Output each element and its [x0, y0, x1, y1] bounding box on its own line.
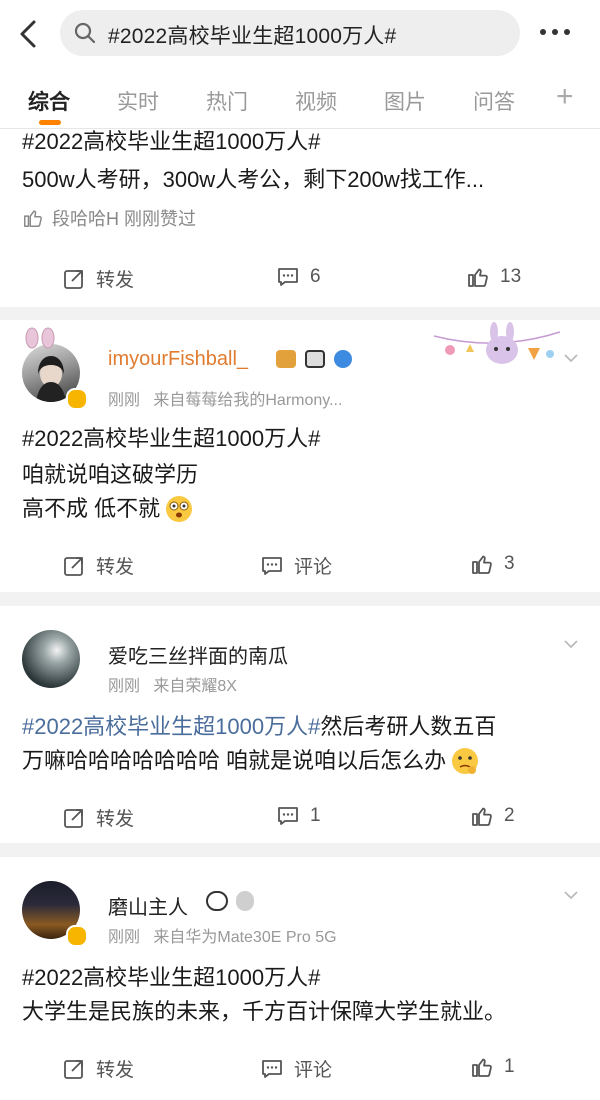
comment-count: 6: [310, 266, 321, 287]
comment-button[interactable]: 评论: [260, 1055, 332, 1082]
verified-badge-icon: [66, 925, 88, 947]
tab-hot[interactable]: 热门: [206, 86, 248, 116]
avatar[interactable]: [22, 630, 80, 688]
repost-label: 转发: [96, 557, 135, 578]
post-source: 来自莓莓给我的Harmony...: [153, 392, 343, 409]
comment-button[interactable]: 1: [276, 804, 321, 828]
like-count: 1: [504, 1056, 515, 1077]
comment-label: 评论: [294, 1060, 333, 1081]
post-card: 爱吃三丝拌面的南瓜 刚刚 来自荣耀8X #2022高校毕业生超1000万人#然后…: [0, 606, 600, 843]
post-meta: 刚刚 来自莓莓给我的Harmony...: [108, 386, 342, 410]
tab-video[interactable]: 视频: [295, 86, 337, 116]
chevron-down-icon[interactable]: [564, 354, 578, 362]
like-button[interactable]: 13: [466, 265, 521, 289]
post-topic[interactable]: #2022高校毕业生超1000万人#: [22, 961, 320, 995]
like-button[interactable]: 2: [470, 804, 515, 828]
post-topic[interactable]: #2022高校毕业生超1000万人#: [22, 714, 320, 739]
thumbs-up-icon: [24, 210, 42, 227]
repost-button[interactable]: 转发: [62, 1055, 134, 1082]
post-text: 500w人考研，300w人考公，剩下200w找工作...: [22, 167, 485, 192]
comment-icon: [278, 807, 298, 825]
thumbs-up-icon: [472, 807, 492, 826]
comment-button[interactable]: 6: [276, 265, 321, 289]
chevron-down-icon[interactable]: [564, 640, 578, 648]
verified-badge-icon: [66, 388, 88, 410]
bunny-garland-decoration-icon: [433, 322, 561, 364]
comment-icon: [262, 556, 282, 575]
post-meta: 刚刚 来自荣耀8X: [108, 672, 237, 696]
add-tab-icon[interactable]: +: [556, 82, 574, 112]
medal-badge-icon: [236, 891, 255, 911]
badge-icons: [276, 350, 353, 373]
like-button[interactable]: 1: [470, 1055, 515, 1079]
post-text-line2-content: 高不成 低不就: [22, 496, 161, 521]
globe-badge-icon: [334, 350, 353, 368]
post-card: imyourFishball_ 刚刚 来自莓莓给我的Harmony... #20…: [0, 320, 600, 592]
thumbs-up-icon: [472, 555, 492, 574]
username[interactable]: 磨山主人: [108, 891, 188, 920]
comment-icon: [278, 268, 298, 286]
post-topic[interactable]: #2022高校毕业生超1000万人#: [22, 125, 320, 159]
repost-label: 转发: [96, 270, 135, 291]
username[interactable]: 爱吃三丝拌面的南瓜: [108, 640, 288, 669]
comment-icon: [262, 1059, 282, 1078]
repost-icon: [64, 1059, 83, 1079]
post-text-line2-content: 万嘛哈哈哈哈哈哈哈 咱就是说咱以后怎么办: [22, 748, 447, 773]
username[interactable]: imyourFishball_: [108, 348, 248, 371]
search-query: #2022高校毕业生超1000万人#: [108, 25, 397, 48]
crown-badge-icon: [276, 350, 296, 368]
post-card: 磨山主人 刚刚 来自华为Mate30E Pro 5G #2022高校毕业生超10…: [0, 857, 600, 1100]
badge-icons: [206, 891, 255, 916]
tab-qa[interactable]: 问答: [473, 86, 515, 116]
liked-by-text: 段哈哈H 刚刚赞过: [52, 209, 196, 229]
thumbs-up-icon: [468, 268, 488, 287]
tab-images[interactable]: 图片: [384, 86, 426, 116]
post-text-line2: 高不成 低不就: [22, 492, 194, 526]
repost-label: 转发: [96, 1060, 135, 1081]
liked-by-row: 段哈哈H 刚刚赞过: [22, 205, 196, 231]
surprised-emoji-icon: [166, 496, 193, 522]
post-text: 大学生是民族的未来，千方百计保障大学生就业。: [22, 999, 507, 1024]
post-text-line1: #2022高校毕业生超1000万人#然后考研人数五百: [22, 710, 496, 744]
panda-badge-icon: [305, 350, 326, 368]
comment-button[interactable]: 评论: [260, 552, 332, 579]
repost-button[interactable]: 转发: [62, 265, 134, 292]
like-button[interactable]: 3: [470, 552, 515, 576]
post-time: 刚刚: [108, 392, 141, 409]
search-icon: [74, 22, 96, 44]
comment-label: 评论: [294, 557, 333, 578]
comment-count: 1: [310, 805, 321, 826]
repost-button[interactable]: 转发: [62, 552, 134, 579]
panda-badge-icon: [206, 891, 228, 911]
post-topic[interactable]: #2022高校毕业生超1000万人#: [22, 422, 320, 456]
like-count: 13: [500, 266, 522, 287]
like-count: 3: [504, 553, 515, 574]
post-text-line2: 万嘛哈哈哈哈哈哈哈 咱就是说咱以后怎么办: [22, 744, 480, 778]
repost-label: 转发: [96, 809, 135, 830]
repost-icon: [64, 808, 83, 828]
post-card: #2022高校毕业生超1000万人# 500w人考研，300w人考公，剩下200…: [0, 129, 600, 307]
post-source: 来自华为Mate30E Pro 5G: [153, 929, 337, 946]
post-meta: 刚刚 来自华为Mate30E Pro 5G: [108, 923, 337, 947]
chevron-down-icon[interactable]: [564, 891, 578, 899]
like-count: 2: [504, 805, 515, 826]
post-time: 刚刚: [108, 678, 141, 695]
tab-realtime[interactable]: 实时: [117, 86, 159, 116]
tab-all[interactable]: 综合: [28, 86, 70, 116]
thumbs-up-icon: [472, 1058, 492, 1077]
repost-button[interactable]: 转发: [62, 804, 134, 831]
more-options-icon[interactable]: [540, 22, 580, 42]
post-text-line1-rest: 然后考研人数五百: [320, 714, 497, 739]
top-bar: #2022高校毕业生超1000万人#: [0, 0, 600, 68]
repost-icon: [64, 556, 83, 576]
search-input[interactable]: #2022高校毕业生超1000万人#: [60, 10, 520, 56]
repost-icon: [64, 269, 83, 289]
thinking-emoji-icon: [452, 748, 479, 774]
post-source: 来自荣耀8X: [153, 678, 237, 695]
back-arrow-icon[interactable]: [14, 18, 46, 50]
post-text: 咱就说咱这破学历: [22, 462, 199, 487]
bunny-ears-decoration-icon: [25, 327, 55, 349]
post-time: 刚刚: [108, 929, 141, 946]
tab-bar: 综合 实时 热门 视频 图片 问答 +: [0, 68, 600, 129]
